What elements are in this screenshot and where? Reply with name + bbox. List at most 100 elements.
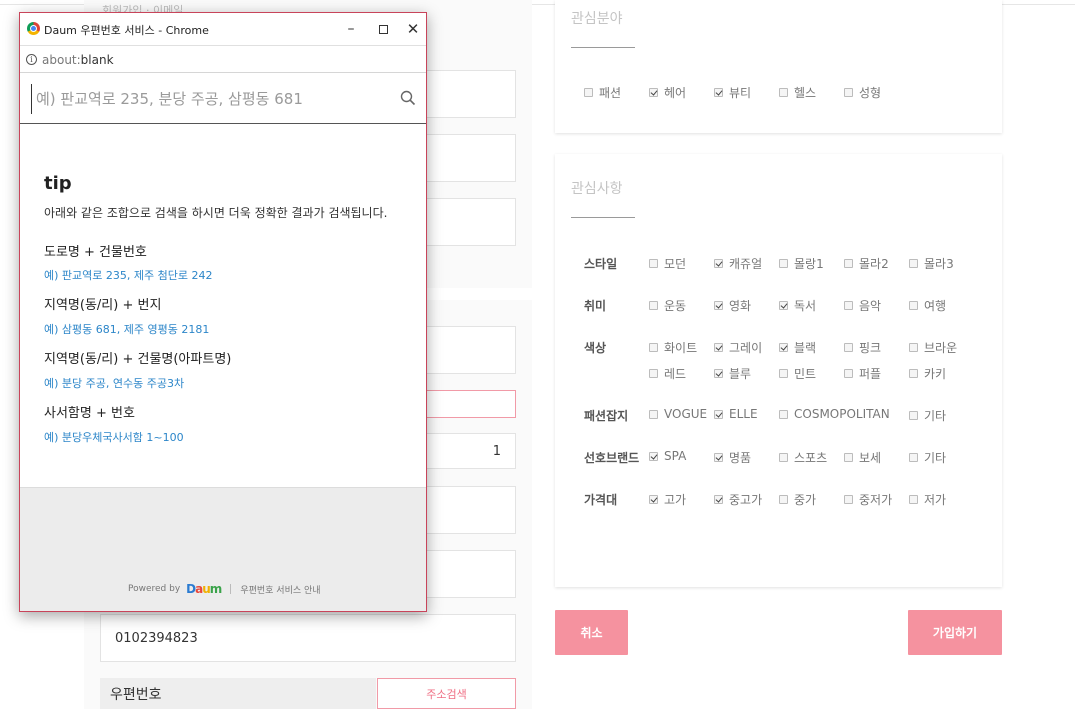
interest-item-option[interactable]: COSMOPOLITAN <box>779 407 890 421</box>
checkbox-icon[interactable] <box>649 495 658 504</box>
checkbox-icon[interactable] <box>649 88 658 97</box>
checkbox-label: SPA <box>664 449 687 463</box>
search-icon[interactable] <box>400 90 416 106</box>
interest-item-option[interactable]: 블랙 <box>779 339 816 356</box>
signup-button[interactable]: 가입하기 <box>908 610 1002 655</box>
checkbox-icon[interactable] <box>779 495 788 504</box>
phone-input[interactable]: 0102394823 <box>100 614 516 662</box>
interest-item-option[interactable]: 몰라3 <box>909 255 954 272</box>
tip-example-lot[interactable]: 예) 삼평동 681, 제주 영평동 2181 <box>44 321 209 337</box>
service-info-link[interactable]: 우편번호 서비스 안내 <box>240 583 320 596</box>
tip-example-pobox[interactable]: 예) 분당우체국사서함 1~100 <box>44 429 184 445</box>
interest-field-option[interactable]: 패션 <box>584 84 621 101</box>
interest-field-option[interactable]: 헬스 <box>779 84 816 101</box>
checkbox-icon[interactable] <box>844 453 853 462</box>
interest-item-option[interactable]: 음악 <box>844 297 881 314</box>
interest-item-option[interactable]: 독서 <box>779 297 816 314</box>
interest-item-option[interactable]: 기타 <box>909 407 946 424</box>
checkbox-icon[interactable] <box>909 301 918 310</box>
interest-item-option[interactable]: 중고가 <box>714 491 762 508</box>
interest-item-option[interactable]: 핑크 <box>844 339 881 356</box>
interest-item-option[interactable]: 브라운 <box>909 339 957 356</box>
interest-item-option[interactable]: 퍼플 <box>844 365 881 382</box>
checkbox-icon[interactable] <box>714 259 723 268</box>
minimize-icon[interactable]: – <box>336 18 366 40</box>
interest-item-option[interactable]: SPA <box>649 449 686 463</box>
checkbox-icon[interactable] <box>714 343 723 352</box>
checkbox-icon[interactable] <box>649 343 658 352</box>
interest-item-option[interactable]: 몰랑1 <box>779 255 824 272</box>
interest-item-option[interactable]: 블루 <box>714 365 751 382</box>
checkbox-icon[interactable] <box>649 301 658 310</box>
checkbox-icon[interactable] <box>714 409 723 419</box>
checkbox-icon[interactable] <box>714 453 723 462</box>
window-titlebar[interactable]: Daum 우편번호 서비스 - Chrome – ✕ <box>20 13 426 45</box>
checkbox-icon[interactable] <box>844 495 853 504</box>
checkbox-icon[interactable] <box>649 259 658 268</box>
checkbox-icon[interactable] <box>714 301 723 310</box>
checkbox-icon[interactable] <box>714 495 723 504</box>
checkbox-icon[interactable] <box>649 409 658 419</box>
checkbox-icon[interactable] <box>779 88 788 97</box>
interest-field-option[interactable]: 헤어 <box>649 84 686 101</box>
checkbox-icon[interactable] <box>779 259 788 268</box>
checkbox-icon[interactable] <box>779 301 788 310</box>
interest-item-option[interactable]: 스포츠 <box>779 449 827 466</box>
checkbox-label: 중고가 <box>729 493 763 507</box>
tip-example-road[interactable]: 예) 판교역로 235, 제주 첨단로 242 <box>44 267 212 283</box>
checkbox-icon[interactable] <box>844 301 853 310</box>
checkbox-icon[interactable] <box>909 369 918 378</box>
checkbox-icon[interactable] <box>909 495 918 504</box>
interest-item-option[interactable]: 레드 <box>649 365 686 382</box>
address-search-button[interactable]: 주소검색 <box>377 678 516 709</box>
interest-item-option[interactable]: VOGUE <box>649 407 707 421</box>
checkbox-icon[interactable] <box>909 453 918 462</box>
tip-example-building[interactable]: 예) 분당 주공, 연수동 주공3차 <box>44 375 184 391</box>
interest-item-option[interactable]: 모던 <box>649 255 686 272</box>
info-icon[interactable]: i <box>26 54 37 65</box>
checkbox-label: 보세 <box>859 451 882 465</box>
checkbox-icon[interactable] <box>779 409 788 419</box>
interest-item-option[interactable]: 화이트 <box>649 339 697 356</box>
interest-field-option[interactable]: 성형 <box>844 84 881 101</box>
checkbox-icon[interactable] <box>584 88 593 97</box>
address-bar[interactable]: i about:blank <box>20 45 426 73</box>
checkbox-icon[interactable] <box>779 369 788 378</box>
checkbox-icon[interactable] <box>649 369 658 378</box>
interest-item-option[interactable]: 기타 <box>909 449 946 466</box>
interest-item-option[interactable]: 몰라2 <box>844 255 889 272</box>
checkbox-icon[interactable] <box>779 343 788 352</box>
interest-item-option[interactable]: 중가 <box>779 491 816 508</box>
close-icon[interactable]: ✕ <box>398 18 426 40</box>
checkbox-icon[interactable] <box>909 411 918 420</box>
interest-item-option[interactable]: 명품 <box>714 449 751 466</box>
checkbox-icon[interactable] <box>714 369 723 378</box>
checkbox-icon[interactable] <box>844 259 853 268</box>
checkbox-icon[interactable] <box>844 88 853 97</box>
interest-item-option[interactable]: 중저가 <box>844 491 892 508</box>
interest-item-option[interactable]: 운동 <box>649 297 686 314</box>
tip-head-building: 지역명(동/리) + 건물명(아파트명) <box>44 352 232 367</box>
maximize-icon[interactable] <box>368 18 398 40</box>
interest-item-option[interactable]: ELLE <box>714 407 758 421</box>
interest-item-option[interactable]: 그레이 <box>714 339 762 356</box>
interest-item-option[interactable]: 보세 <box>844 449 881 466</box>
checkbox-icon[interactable] <box>844 343 853 352</box>
checkbox-icon[interactable] <box>909 343 918 352</box>
checkbox-icon[interactable] <box>909 259 918 268</box>
interest-item-option[interactable]: 고가 <box>649 491 686 508</box>
checkbox-icon[interactable] <box>649 451 658 461</box>
checkbox-icon[interactable] <box>714 88 723 97</box>
interest-item-option[interactable]: 저가 <box>909 491 946 508</box>
checkbox-icon[interactable] <box>844 369 853 378</box>
interest-item-option[interactable]: 카키 <box>909 365 946 382</box>
interest-items-underline <box>571 217 635 218</box>
interest-field-option[interactable]: 뷰티 <box>714 84 751 101</box>
interest-item-option[interactable]: 민트 <box>779 365 816 382</box>
address-search-input[interactable] <box>31 84 391 114</box>
interest-item-option[interactable]: 영화 <box>714 297 751 314</box>
interest-item-option[interactable]: 여행 <box>909 297 946 314</box>
interest-item-option[interactable]: 캐쥬얼 <box>714 255 762 272</box>
checkbox-icon[interactable] <box>779 453 788 462</box>
cancel-button[interactable]: 취소 <box>555 610 628 655</box>
